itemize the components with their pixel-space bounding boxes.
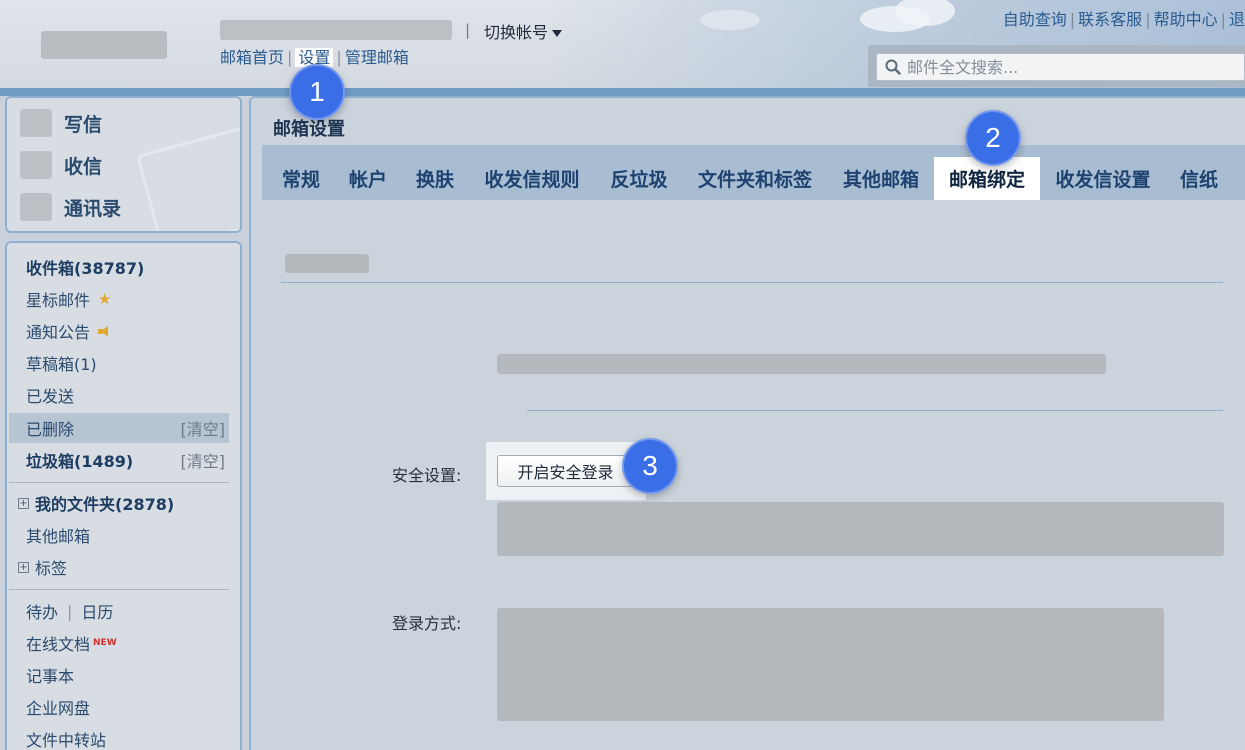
folder-notices[interactable]: 通知公告 (9, 316, 229, 346)
netdisk-link[interactable]: 企业网盘 (9, 692, 229, 722)
folder-other-mailboxes-label: 其他邮箱 (26, 527, 91, 546)
help-center-link[interactable]: 帮助中心 (1154, 10, 1218, 29)
tab-mail-rules[interactable]: 收发信规则 (478, 157, 586, 200)
file-transfer-link[interactable]: 文件中转站 (9, 724, 229, 750)
top-links: 自助查询 | 联系客服 | 帮助中心 | 退 (1003, 6, 1245, 30)
expand-icon[interactable]: + (18, 561, 29, 573)
content-divider (527, 410, 1223, 411)
receive-button[interactable]: 收信 (20, 149, 102, 181)
star-icon: ★ (98, 290, 112, 308)
logout-link[interactable]: 退 (1229, 10, 1245, 29)
folder-spam[interactable]: 垃圾箱(1489) [清空] (9, 445, 229, 475)
section-divider (281, 282, 1223, 283)
nav-separator: | (336, 48, 342, 67)
account-separator: | (465, 21, 471, 39)
manage-mailbox-link[interactable]: 管理邮箱 (345, 48, 409, 67)
cloud-decoration (700, 10, 760, 30)
folder-deleted[interactable]: 已删除 [清空] (9, 413, 229, 443)
caret-down-icon (552, 30, 563, 37)
folder-drafts[interactable]: 草稿箱(1) (9, 348, 229, 378)
link-separator: | (1145, 10, 1151, 29)
account-name-placeholder (220, 20, 452, 40)
tab-skin[interactable]: 换肤 (409, 157, 461, 200)
tab-account[interactable]: 帐户 (342, 157, 394, 200)
online-docs-label: 在线文档 (26, 635, 91, 654)
tools-row: 待办 | 日历 (9, 596, 229, 626)
clear-spam-button[interactable]: [清空] (181, 448, 226, 472)
search-input[interactable] (907, 57, 1227, 77)
security-settings-label: 安全设置: (392, 466, 462, 485)
step-marker-2: 2 (965, 110, 1021, 166)
speaker-icon (98, 325, 110, 337)
sidebar-divider (9, 482, 229, 483)
contacts-label: 通讯录 (64, 197, 122, 220)
folder-sent-label: 已发送 (26, 387, 75, 406)
folder-sent[interactable]: 已发送 (9, 380, 229, 410)
tools-separator: | (67, 601, 73, 621)
tab-stationery[interactable]: 信纸 (1172, 157, 1226, 200)
contacts-button[interactable]: 通讯录 (20, 191, 121, 223)
folder-tags-label: 标签 (35, 559, 68, 578)
mail-home-link[interactable]: 邮箱首页 (220, 48, 284, 67)
logo-placeholder (41, 31, 167, 59)
security-info-placeholder (497, 502, 1224, 556)
self-service-link[interactable]: 自助查询 (1003, 10, 1067, 29)
search-icon (885, 59, 901, 75)
section-title-placeholder (285, 254, 369, 273)
clear-deleted-button[interactable]: [清空] (181, 416, 226, 440)
sidebar-divider (9, 589, 229, 590)
content-placeholder (497, 354, 1106, 374)
netdisk-label: 企业网盘 (26, 699, 91, 718)
folder-my-folders[interactable]: + 我的文件夹(2878) (9, 488, 229, 518)
calendar-link[interactable]: 日历 (81, 599, 113, 623)
receive-label: 收信 (64, 155, 103, 178)
contacts-icon (20, 193, 52, 221)
step-marker-1: 1 (289, 64, 345, 120)
nav-separator: | (287, 48, 293, 67)
online-docs-link[interactable]: 在线文档 NEW (9, 628, 229, 658)
tab-other-mailboxes[interactable]: 其他邮箱 (836, 157, 926, 200)
link-separator: | (1220, 10, 1226, 29)
notes-link[interactable]: 记事本 (9, 660, 229, 690)
compose-label: 写信 (64, 113, 103, 136)
folder-notices-label: 通知公告 (26, 323, 91, 342)
compose-icon (20, 109, 52, 137)
customer-service-link[interactable]: 联系客服 (1078, 10, 1142, 29)
folder-starred[interactable]: 星标邮件 ★ (9, 284, 229, 314)
enable-secure-login-button[interactable]: 开启安全登录 (497, 455, 634, 487)
notes-label: 记事本 (26, 667, 75, 686)
login-method-label: 登录方式: (392, 614, 462, 633)
folder-starred-label: 星标邮件 (26, 291, 91, 310)
envelope-decoration (136, 124, 240, 231)
folder-inbox[interactable]: 收件箱(38787) (9, 252, 229, 282)
switch-account-label: 切换帐号 (484, 23, 549, 42)
folder-spam-label: 垃圾箱(1489) (26, 452, 134, 471)
link-separator: | (1069, 10, 1076, 29)
expand-icon[interactable]: + (18, 497, 29, 509)
search-box[interactable] (876, 53, 1245, 81)
step-marker-3: 3 (622, 438, 678, 494)
folder-inbox-label: 收件箱(38787) (26, 259, 145, 278)
tab-anti-spam[interactable]: 反垃圾 (603, 157, 675, 200)
file-transfer-label: 文件中转站 (26, 731, 107, 750)
folder-drafts-label: 草稿箱(1) (26, 355, 97, 374)
folder-deleted-label: 已删除 (26, 420, 75, 439)
tab-send-receive-settings[interactable]: 收发信设置 (1048, 157, 1158, 200)
folder-other-mailboxes[interactable]: 其他邮箱 (9, 520, 229, 550)
compose-button[interactable]: 写信 (20, 107, 102, 139)
todo-link[interactable]: 待办 (26, 599, 58, 623)
tab-general[interactable]: 常规 (275, 157, 327, 200)
new-badge: NEW (93, 638, 117, 648)
switch-account-button[interactable]: 切换帐号 (484, 19, 563, 43)
tab-folders-tags[interactable]: 文件夹和标签 (690, 157, 820, 200)
folder-my-folders-label: 我的文件夹(2878) (35, 495, 175, 514)
receive-icon (20, 151, 52, 179)
header-band (0, 88, 1245, 96)
folder-tags[interactable]: + 标签 (9, 552, 229, 582)
login-method-placeholder (497, 608, 1164, 721)
